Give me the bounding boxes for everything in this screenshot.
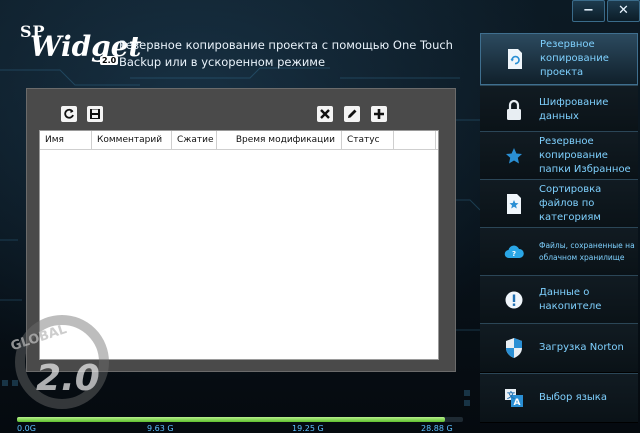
svg-text:A: A <box>514 398 521 408</box>
save-button[interactable] <box>87 106 103 122</box>
sidebar-item-encryption[interactable]: Шифрование данных <box>480 85 638 135</box>
sidebar-item-label: Файлы, сохраненные на облачном хранилище <box>539 241 635 262</box>
scale-label-2: 19.25 G <box>292 424 324 433</box>
backup-doc-icon <box>508 49 522 69</box>
sidebar-nav: Резервное копирование проекта Шифрование… <box>480 33 638 433</box>
column-comment[interactable]: Комментарий <box>92 131 172 149</box>
app-window: − ✕ SP Widget 2.0 Резервное копирование … <box>0 0 640 433</box>
save-icon <box>90 109 100 119</box>
svg-text:?: ? <box>512 250 516 258</box>
shield-icon <box>506 338 522 358</box>
refresh-icon <box>64 108 74 119</box>
sidebar-item-label: Резервное копирование проекта <box>540 39 609 78</box>
sidebar-item-label: Шифрование данных <box>539 97 609 122</box>
sidebar-item-norton[interactable]: Загрузка Norton <box>480 323 638 373</box>
cloud-icon: ? <box>504 245 524 259</box>
sidebar-item-label: Выбор языка <box>539 392 607 403</box>
svg-text:2.0: 2.0 <box>36 358 100 399</box>
delete-icon <box>320 109 330 119</box>
edit-button[interactable] <box>344 106 360 122</box>
sidebar-item-drive-info[interactable]: Данные о накопителе <box>480 275 638 325</box>
window-controls: − ✕ <box>572 0 640 22</box>
scale-label-3: 28.88 G <box>421 424 453 433</box>
delete-button[interactable] <box>317 106 333 122</box>
scale-label-0: 0.0G <box>17 424 36 433</box>
column-extra <box>394 131 436 149</box>
minimize-button[interactable]: − <box>572 0 605 22</box>
column-name[interactable]: Имя <box>40 131 92 149</box>
logo-version: 2.0 <box>100 56 119 65</box>
storage-usage-fill <box>17 417 446 422</box>
language-icon: 文 A <box>505 389 523 408</box>
column-compression[interactable]: Сжатие <box>172 131 217 149</box>
star-icon <box>506 148 522 164</box>
info-icon <box>505 291 523 309</box>
close-button[interactable]: ✕ <box>607 0 640 22</box>
scale-label-1: 9.63 G <box>147 424 174 433</box>
column-status[interactable]: Статус <box>342 131 394 149</box>
sidebar-item-label: Резервное копирование папки Избранное <box>539 136 631 175</box>
add-button[interactable] <box>371 106 387 122</box>
page-description: Резервное копирование проекта с помощью … <box>119 38 453 69</box>
edit-icon <box>348 109 357 118</box>
global-watermark-logo: GLOBAL 2.0 <box>9 315 109 409</box>
sidebar-item-project-backup[interactable]: Резервное копирование проекта <box>480 33 638 85</box>
sidebar-item-favorites-backup[interactable]: Резервное копирование папки Избранное <box>480 131 638 181</box>
column-modified[interactable]: Время модификации <box>217 131 342 149</box>
star-doc-icon <box>507 194 521 214</box>
sidebar-item-label: Загрузка Norton <box>539 342 624 353</box>
sidebar-item-language[interactable]: 文 A Выбор языка <box>480 373 638 423</box>
table-header: Имя Комментарий Сжатие Время модификации… <box>40 131 438 150</box>
lock-icon <box>507 99 521 120</box>
storage-usage-bar <box>17 417 463 422</box>
sidebar-item-label: Данные о накопителе <box>539 287 602 312</box>
refresh-button[interactable] <box>61 106 77 122</box>
sidebar-item-sort-files[interactable]: Сортировка файлов по категориям <box>480 179 638 229</box>
sidebar-item-cloud-files[interactable]: ? Файлы, сохраненные на облачном хранили… <box>480 227 638 277</box>
sidebar-item-label: Сортировка файлов по категориям <box>539 184 602 223</box>
app-logo: SP Widget 2.0 <box>20 22 142 74</box>
add-icon <box>374 109 384 119</box>
